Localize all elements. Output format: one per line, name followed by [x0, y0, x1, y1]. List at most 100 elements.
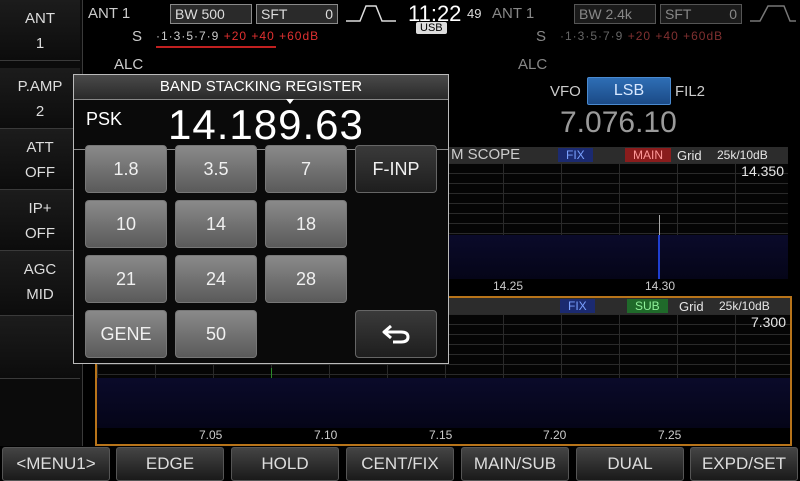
sub-bw-label: BW: [579, 6, 602, 22]
agc-value: MID: [26, 286, 54, 303]
sub-frequency-display[interactable]: 7.076.10: [560, 106, 677, 140]
agc-label: AGC: [23, 261, 57, 278]
band-21-button[interactable]: 21: [85, 255, 167, 303]
sub-scope-edge-freq: 7.300: [750, 314, 786, 330]
band-stacking-dialog: BAND STACKING REGISTER PSK 14.189.63 1.8…: [73, 74, 449, 364]
meter-area: ANT 1 BW 500 SFT 0 S ·1·3·5·7·9 +20 +40 …: [84, 0, 800, 80]
main-bw-label: BW: [175, 6, 198, 22]
main-sub-button[interactable]: MAIN/SUB: [461, 447, 569, 481]
hold-button[interactable]: HOLD: [231, 447, 339, 481]
sub-bw-box[interactable]: BW 2.4k: [574, 4, 656, 24]
sub-filter-shape-icon: [750, 5, 796, 22]
edge-button[interactable]: EDGE: [116, 447, 224, 481]
vfo-label: VFO: [550, 83, 581, 100]
bottom-menu-bar: <MENU1> EDGE HOLD CENT/FIX MAIN/SUB DUAL…: [0, 446, 800, 481]
sub-scope-sub-tag: SUB: [627, 299, 668, 313]
ipplus-value: OFF: [25, 225, 55, 242]
sub-tick-1: 7.05: [199, 428, 223, 442]
sub-s-scale: ·1·3·5·7·9 +20 +40 +60dB: [560, 29, 723, 43]
sub-scope-span: 25k/10dB: [719, 299, 770, 313]
blank-left-button[interactable]: [0, 316, 80, 379]
f-inp-button[interactable]: F-INP: [355, 145, 437, 193]
filter-label[interactable]: FIL2: [675, 83, 705, 100]
att-button[interactable]: ATT OFF: [0, 129, 80, 190]
back-button[interactable]: [355, 310, 437, 358]
agc-button[interactable]: AGC MID: [0, 251, 80, 316]
sub-sft-label: SFT: [665, 6, 692, 22]
usb-badge: USB: [416, 22, 447, 34]
main-tick-1: 14.25: [493, 279, 524, 293]
main-scope-grid-label: Grid: [677, 148, 702, 163]
main-bw-value: 500: [201, 6, 225, 22]
ipplus-label: IP+: [28, 200, 52, 217]
cent-fix-button[interactable]: CENT/FIX: [346, 447, 454, 481]
sub-tick-2: 7.10: [314, 428, 338, 442]
dialog-title: BAND STACKING REGISTER: [74, 75, 448, 100]
main-waterfall[interactable]: [445, 235, 788, 279]
main-s-scale-red: +20 +40 +60dB: [223, 29, 320, 43]
sub-s-scale-red: +20 +40 +60dB: [627, 29, 724, 43]
main-s-scale: ·1·3·5·7·9 +20 +40 +60dB: [156, 29, 319, 43]
sub-tick-5: 7.25: [658, 428, 682, 442]
main-alc-label: ALC: [114, 56, 144, 73]
main-bw-box[interactable]: BW 500: [170, 4, 252, 24]
sub-bw-value: 2.4k: [605, 6, 632, 22]
band-1.8-button[interactable]: 1.8: [85, 145, 167, 193]
clock-seconds: 49: [467, 6, 482, 21]
main-scope-fix-tag: FIX: [558, 148, 593, 162]
sub-tick-4: 7.20: [543, 428, 567, 442]
band-50-button[interactable]: 50: [175, 310, 257, 358]
sub-s-scale-black: ·1·3·5·7·9: [560, 29, 624, 43]
main-ant-label: ANT 1: [88, 5, 131, 22]
main-s-meter-bar: [156, 46, 276, 48]
ipplus-button[interactable]: IP+ OFF: [0, 190, 80, 251]
main-scope-header: M SCOPE FIX MAIN Grid 25k/10dB: [445, 146, 788, 163]
band-24-button[interactable]: 24: [175, 255, 257, 303]
main-scope-title: M SCOPE: [451, 146, 521, 163]
main-scope-panel[interactable]: M SCOPE FIX MAIN Grid 25k/10dB 14.350 14…: [445, 146, 788, 295]
main-s-scale-black: ·1·3·5·7·9: [156, 29, 220, 43]
main-sft-value: 0: [325, 6, 333, 22]
main-scope-ticks: 14.25 14.30: [445, 279, 788, 295]
band-28-button[interactable]: 28: [265, 255, 347, 303]
main-waterfall-trace: [658, 235, 660, 279]
sub-scope-ticks: 7.05 7.10 7.15 7.20 7.25: [97, 428, 790, 444]
sub-sft-box[interactable]: SFT 0: [660, 4, 742, 24]
main-tick-2: 14.30: [645, 279, 676, 293]
preamp-label: P.AMP: [17, 78, 63, 95]
ant-button[interactable]: ANT 1: [0, 0, 80, 61]
mode-lsb-button[interactable]: LSB: [587, 77, 671, 105]
preamp-value: 2: [35, 103, 45, 120]
main-signal-peak: [659, 215, 660, 235]
sub-sft-value: 0: [729, 6, 737, 22]
main-spectrum[interactable]: 14.350: [445, 163, 788, 235]
band-3.5-button[interactable]: 3.5: [175, 145, 257, 193]
main-filter-shape-icon: [346, 5, 396, 22]
sub-ant-label: ANT 1: [492, 5, 535, 22]
sub-waterfall[interactable]: [97, 378, 790, 428]
ant-value: 1: [35, 35, 45, 52]
sub-scope-header: FIX SUB Grid 25k/10dB: [449, 298, 790, 314]
menu1-button[interactable]: <MENU1>: [2, 447, 110, 481]
main-scope-main-tag: MAIN: [625, 148, 671, 162]
att-label: ATT: [26, 139, 54, 156]
dialog-frequency: 14.189.63: [168, 101, 364, 148]
expd-set-button[interactable]: EXPD/SET: [690, 447, 798, 481]
sub-scope-fix-tag: FIX: [560, 299, 595, 313]
main-sft-box[interactable]: SFT 0: [256, 4, 338, 24]
ant-label: ANT: [25, 10, 55, 27]
main-s-label: S: [132, 28, 143, 45]
sub-alc-label: ALC: [518, 56, 548, 73]
band-7-button[interactable]: 7: [265, 145, 347, 193]
sub-tick-3: 7.15: [429, 428, 453, 442]
left-function-column: ANT 1 P.AMP 2 ATT OFF IP+ OFF AGC MID: [0, 0, 83, 446]
dual-button[interactable]: DUAL: [576, 447, 684, 481]
band-18-button[interactable]: 18: [265, 200, 347, 248]
band-10-button[interactable]: 10: [85, 200, 167, 248]
main-sft-label: SFT: [261, 6, 288, 22]
band-14-button[interactable]: 14: [175, 200, 257, 248]
main-scope-edge-freq: 14.350: [741, 163, 784, 179]
preamp-button[interactable]: P.AMP 2: [0, 68, 80, 129]
band-gene-button[interactable]: GENE: [85, 310, 167, 358]
sub-scope-grid-label: Grid: [679, 299, 704, 314]
